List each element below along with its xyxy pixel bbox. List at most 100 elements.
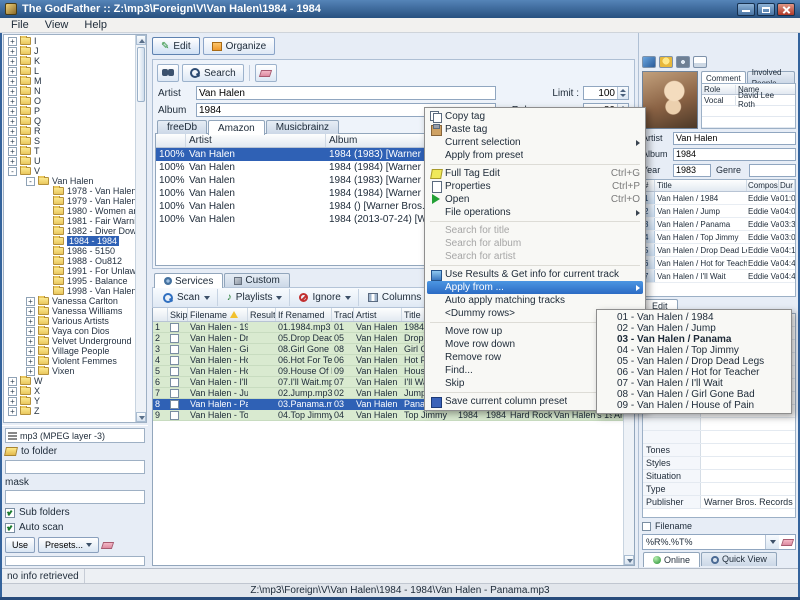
tree-item[interactable]: 1978 - Van Halen bbox=[4, 186, 135, 196]
tree-item[interactable]: 1986 - 5150 bbox=[4, 246, 135, 256]
checkbox-icon[interactable] bbox=[5, 508, 15, 518]
bulb-icon[interactable] bbox=[659, 56, 673, 68]
tree-item[interactable]: + Vaya con Dios bbox=[4, 326, 135, 336]
expand-toggle[interactable]: + bbox=[8, 87, 17, 96]
tree-item[interactable]: + J bbox=[4, 46, 135, 56]
auto-scan-checkbox[interactable]: Auto scan bbox=[5, 521, 145, 534]
submenu-item[interactable]: 01 - Van Halen / 1984 bbox=[599, 312, 789, 323]
title-bar[interactable]: The GodFather :: Z:\mp3\Foreign\V\Van Ha… bbox=[0, 0, 800, 18]
people-row[interactable]: Vocal David Lee Roth bbox=[702, 95, 795, 106]
album-track-row[interactable]: 2 Van Halen / Jump Eddie Van H 04:0 bbox=[643, 205, 795, 218]
checkbox-icon[interactable] bbox=[5, 523, 15, 533]
submenu-item[interactable]: 03 - Van Halen / Panama bbox=[599, 334, 789, 345]
context-menu-item[interactable]: Search for artist bbox=[427, 250, 643, 263]
services-tab[interactable]: Custom bbox=[224, 273, 289, 287]
tree-item[interactable]: 1980 - Women and Chil bbox=[4, 206, 135, 216]
skip-checkbox[interactable] bbox=[170, 334, 179, 343]
tree-item[interactable]: + P bbox=[4, 106, 135, 116]
tree-item[interactable]: + N bbox=[4, 86, 135, 96]
tree-item[interactable]: + Violent Femmes bbox=[4, 356, 135, 366]
expand-toggle[interactable]: + bbox=[8, 77, 17, 86]
menu-item[interactable]: Help bbox=[76, 18, 115, 32]
skip-checkbox[interactable] bbox=[170, 378, 179, 387]
tag-genre-input[interactable] bbox=[749, 164, 796, 177]
context-menu-item[interactable]: File operations bbox=[427, 206, 643, 219]
expand-toggle[interactable]: + bbox=[8, 387, 17, 396]
sub-folders-checkbox[interactable]: Sub folders bbox=[5, 506, 145, 519]
close-button[interactable] bbox=[777, 3, 795, 16]
edit-mode-button[interactable]: Edit bbox=[152, 37, 200, 55]
expand-toggle[interactable]: + bbox=[8, 147, 17, 156]
album-track-row[interactable]: 1 Van Halen / 1984 Eddie Van H 01:0 bbox=[643, 192, 795, 205]
tree-item[interactable]: 1984 - 1984 bbox=[4, 236, 135, 246]
expand-toggle[interactable]: + bbox=[26, 297, 35, 306]
column-header[interactable]: Skip bbox=[168, 308, 188, 321]
expand-toggle[interactable]: + bbox=[8, 67, 17, 76]
expand-toggle[interactable]: + bbox=[8, 107, 17, 116]
tree-scrollbar[interactable] bbox=[135, 35, 146, 422]
context-menu-item[interactable] bbox=[430, 164, 640, 165]
scroll-up-icon[interactable] bbox=[136, 35, 146, 45]
expand-toggle[interactable]: + bbox=[8, 37, 17, 46]
brush-icon[interactable] bbox=[642, 56, 656, 68]
column-header[interactable]: Artist bbox=[186, 134, 326, 147]
tag-field-row[interactable] bbox=[643, 431, 795, 444]
tree-item[interactable]: + I bbox=[4, 36, 135, 46]
spinner-arrows-icon[interactable] bbox=[617, 87, 628, 99]
column-header[interactable]: Result bbox=[248, 308, 276, 321]
search-source-tab[interactable]: freeDb bbox=[157, 120, 207, 134]
expand-toggle[interactable]: - bbox=[8, 167, 17, 176]
skip-checkbox[interactable] bbox=[170, 367, 179, 376]
lookup-button[interactable] bbox=[157, 64, 179, 82]
submenu-item[interactable]: 08 - Van Halen / Girl Gone Bad bbox=[599, 389, 789, 400]
skip-checkbox[interactable] bbox=[170, 323, 179, 332]
format-selector[interactable]: mp3 (MPEG layer -3) bbox=[5, 428, 145, 443]
context-menu-item[interactable]: Auto apply matching tracks bbox=[427, 294, 643, 307]
bottom-tab[interactable]: Online bbox=[643, 552, 700, 567]
expand-toggle[interactable]: + bbox=[26, 337, 35, 346]
mask-input[interactable] bbox=[5, 490, 145, 504]
expand-toggle[interactable]: + bbox=[26, 307, 35, 316]
expand-toggle[interactable]: + bbox=[26, 357, 35, 366]
scroll-thumb[interactable] bbox=[137, 47, 145, 102]
context-menu-item[interactable]: Open Ctrl+O bbox=[427, 193, 643, 206]
context-menu-item[interactable]: Apply from ... bbox=[427, 281, 643, 294]
organize-mode-button[interactable]: Organize bbox=[203, 37, 276, 55]
context-menu-item[interactable]: Search for album bbox=[427, 237, 643, 250]
expand-toggle[interactable]: + bbox=[8, 57, 17, 66]
expand-toggle[interactable]: + bbox=[8, 407, 17, 416]
presets-button[interactable]: Presets... bbox=[38, 537, 99, 553]
toolbar-button[interactable]: Playlists bbox=[220, 289, 291, 306]
tree-item[interactable]: + Vixen bbox=[4, 366, 135, 376]
expand-toggle[interactable]: - bbox=[26, 177, 35, 186]
bottom-tab[interactable]: Quick View bbox=[701, 552, 777, 566]
column-header[interactable]: Dur bbox=[779, 180, 795, 191]
filename-mask-combo[interactable]: %R%.%T% bbox=[642, 534, 796, 550]
limit-spinner[interactable] bbox=[583, 86, 629, 100]
submenu-item[interactable]: 09 - Van Halen / House of Pain bbox=[599, 400, 789, 411]
submenu-item[interactable]: 07 - Van Halen / I'll Wait bbox=[599, 378, 789, 389]
tag-field-row[interactable]: Publisher Warner Bros. Records bbox=[643, 496, 795, 509]
tag-field-row[interactable]: Situation bbox=[643, 470, 795, 483]
context-menu-item[interactable]: Properties Ctrl+P bbox=[427, 180, 643, 193]
combo-dropdown-button[interactable] bbox=[765, 535, 779, 549]
eraser-icon[interactable] bbox=[101, 542, 114, 549]
scroll-down-icon[interactable] bbox=[624, 555, 634, 565]
submenu-item[interactable]: 06 - Van Halen / Hot for Teacher bbox=[599, 367, 789, 378]
tree-item[interactable]: 1998 - Van Halen III bbox=[4, 286, 135, 296]
filename-checkbox[interactable] bbox=[642, 522, 651, 531]
column-header[interactable]: If Renamed bbox=[276, 308, 332, 321]
album-art[interactable] bbox=[642, 71, 698, 129]
expand-toggle[interactable]: + bbox=[8, 137, 17, 146]
context-menu-item[interactable]: Paste tag bbox=[427, 123, 643, 136]
expand-toggle[interactable]: + bbox=[8, 157, 17, 166]
clear-mask-button[interactable] bbox=[779, 539, 795, 546]
tree-item[interactable]: + Vanessa Williams bbox=[4, 306, 135, 316]
column-header[interactable]: Artist bbox=[354, 308, 402, 321]
column-header[interactable]: Composer bbox=[747, 180, 779, 191]
submenu-item[interactable]: 02 - Van Halen / Jump bbox=[599, 323, 789, 334]
column-header[interactable] bbox=[153, 308, 168, 321]
context-menu-item[interactable] bbox=[430, 265, 640, 266]
tree-item[interactable]: + Z bbox=[4, 406, 135, 416]
expand-toggle[interactable]: + bbox=[26, 347, 35, 356]
